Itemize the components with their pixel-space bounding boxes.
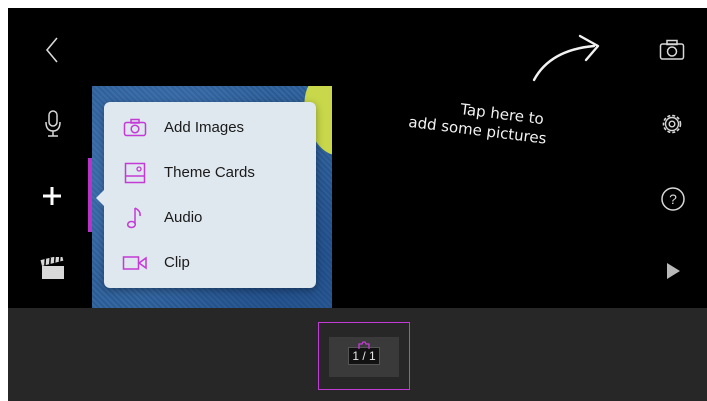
camera-icon: [358, 341, 370, 349]
microphone-icon: [45, 110, 61, 137]
music-note-icon: [122, 206, 148, 230]
chevron-left-icon: [45, 37, 58, 63]
play-button[interactable]: [658, 256, 688, 286]
help-label: ?: [669, 191, 677, 207]
help-button[interactable]: ?: [658, 184, 688, 214]
microphone-button[interactable]: [40, 104, 66, 144]
camera-icon: [659, 39, 685, 60]
plus-icon: [43, 187, 61, 205]
clip-thumbnail: 1 / 1: [329, 337, 399, 377]
gear-icon: [662, 114, 682, 134]
add-media-button[interactable]: [36, 176, 68, 216]
menu-item-label: Clip: [164, 254, 190, 271]
clip-counter: 1 / 1: [348, 347, 380, 365]
menu-item-label: Audio: [164, 209, 203, 226]
play-icon: [667, 263, 680, 279]
help-icon: ?: [661, 187, 685, 211]
settings-button[interactable]: [656, 108, 688, 140]
camera-button[interactable]: [656, 36, 688, 64]
camera-icon: [122, 116, 148, 140]
theme-card-icon: [122, 161, 148, 185]
curved-arrow-icon: [532, 34, 600, 82]
menu-item-add-images[interactable]: Add Images: [104, 106, 316, 150]
menu-item-label: Add Images: [164, 119, 245, 136]
menu-item-label: Theme Cards: [164, 164, 255, 181]
timeline-clip[interactable]: 1 / 1: [318, 322, 410, 390]
add-pictures-hint: Tap here to add some pictures: [403, 94, 620, 191]
clapperboard-icon: [40, 257, 64, 279]
menu-item-audio[interactable]: Audio: [104, 196, 316, 240]
playhead-indicator: [88, 158, 92, 232]
add-media-menu: Add Images Theme Cards Audio Clip: [96, 102, 316, 288]
menu-item-theme-cards[interactable]: Theme Cards: [104, 151, 316, 195]
video-camera-icon: [122, 251, 148, 275]
menu-pointer: [96, 190, 104, 206]
menu-item-clip[interactable]: Clip: [104, 241, 316, 285]
clapperboard-button[interactable]: [36, 252, 70, 286]
back-button[interactable]: [38, 32, 66, 68]
app-canvas: ? Add Images Theme Cards Audio Clip Tap …: [8, 8, 707, 401]
timeline: 1 / 1: [8, 308, 707, 401]
